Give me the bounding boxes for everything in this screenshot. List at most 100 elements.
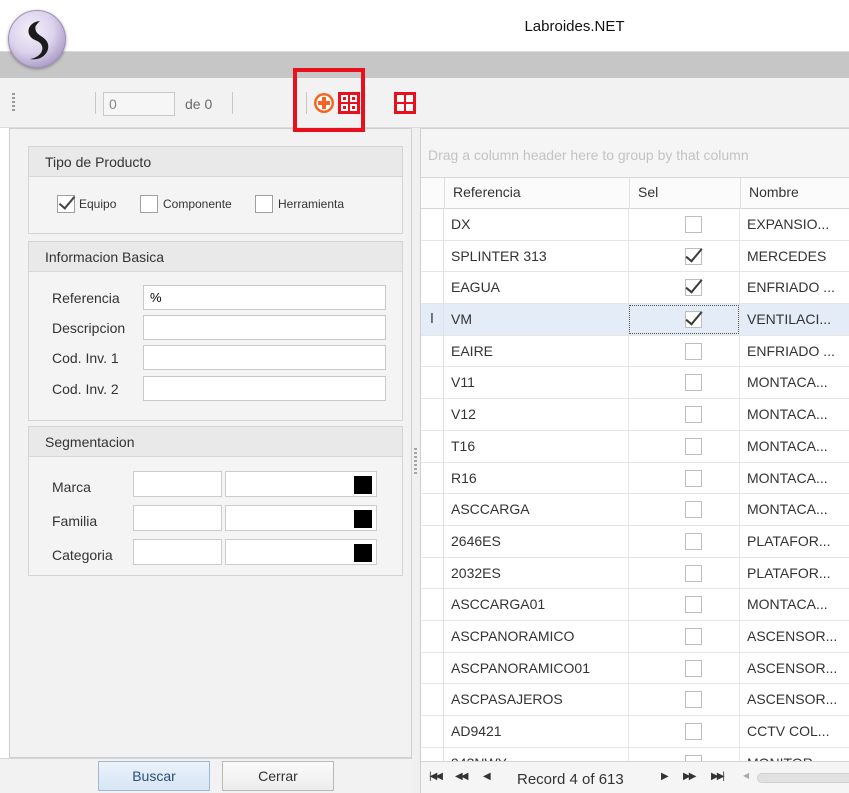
row-indicator[interactable] <box>421 620 444 652</box>
cell-nombre[interactable]: ASCENSOR... <box>740 653 849 684</box>
row-indicator[interactable] <box>421 209 444 240</box>
categoria-lookup-input[interactable] <box>225 539 377 565</box>
row-indicator[interactable] <box>421 335 444 367</box>
row-indicator[interactable]: I <box>421 304 444 335</box>
column-header-sel[interactable]: Sel <box>629 178 740 209</box>
table-row[interactable]: I VM VENTILACI... <box>421 304 849 336</box>
buscar-button[interactable]: Buscar <box>98 761 210 791</box>
grid-alt-button[interactable] <box>394 92 416 114</box>
cell-nombre[interactable]: ASCENSOR... <box>740 684 849 715</box>
scroll-left-icon[interactable]: ◀ <box>743 771 749 780</box>
sel-checkbox[interactable] <box>685 279 702 297</box>
sel-checkbox[interactable] <box>685 627 702 645</box>
cell-referencia[interactable]: R16 <box>444 462 629 494</box>
sel-checkbox[interactable] <box>685 342 702 360</box>
table-row[interactable]: V11 MONTACA... <box>421 367 849 400</box>
column-header-nombre[interactable]: Nombre <box>740 178 849 209</box>
cell-sel[interactable] <box>629 304 740 335</box>
prev-page-icon[interactable]: ◀◀ <box>455 771 468 782</box>
cod-inv-1-input[interactable] <box>143 345 386 370</box>
toolbar-grip[interactable] <box>12 93 15 113</box>
cell-nombre[interactable]: ENFRIADO ... <box>740 336 849 367</box>
sel-checkbox[interactable] <box>685 406 702 424</box>
table-row[interactable]: EAGUA ENFRIADO ... <box>421 272 849 305</box>
cell-sel[interactable] <box>629 367 740 399</box>
cell-referencia[interactable]: V11 <box>444 367 629 399</box>
table-row[interactable]: ASCCARGA MONTACA... <box>421 494 849 526</box>
sel-checkbox[interactable] <box>685 596 702 614</box>
cell-nombre[interactable]: MONTACA... <box>740 367 849 398</box>
cell-sel[interactable] <box>629 525 740 557</box>
row-indicator[interactable] <box>421 684 444 715</box>
cell-sel[interactable] <box>629 209 740 240</box>
table-row[interactable]: EAIRE ENFRIADO ... <box>421 335 849 368</box>
cell-sel[interactable] <box>629 716 740 747</box>
referencia-input[interactable] <box>143 285 386 310</box>
cell-sel[interactable] <box>629 399 740 430</box>
cell-referencia[interactable]: ASCPANORAMICO <box>444 620 629 652</box>
cell-referencia[interactable]: DX <box>444 209 629 240</box>
cell-sel[interactable] <box>629 684 740 715</box>
cell-sel[interactable] <box>629 652 740 684</box>
sel-checkbox[interactable] <box>685 723 702 740</box>
sel-checkbox[interactable] <box>685 374 702 392</box>
cell-referencia[interactable]: SPLINTER 313 <box>444 240 629 272</box>
column-header-referencia[interactable]: Referencia <box>444 178 629 209</box>
cell-nombre[interactable]: ASCENSOR... <box>740 621 849 652</box>
familia-lookup-button[interactable] <box>354 510 372 528</box>
record-number-input[interactable] <box>103 92 175 116</box>
row-indicator[interactable] <box>421 716 444 747</box>
cell-referencia[interactable]: 2032ES <box>444 557 629 589</box>
last-record-icon[interactable]: ▶▶| <box>711 771 725 782</box>
cell-referencia[interactable]: VM <box>444 304 629 335</box>
cell-sel[interactable] <box>629 494 740 525</box>
cod-inv-2-input[interactable] <box>143 376 386 401</box>
table-row[interactable]: SPLINTER 313 MERCEDES <box>421 240 849 273</box>
sel-checkbox[interactable] <box>685 564 702 582</box>
marca-code-input[interactable] <box>133 471 222 497</box>
horizontal-scrollbar[interactable]: ◀ <box>743 771 849 785</box>
row-indicator[interactable] <box>421 399 444 430</box>
cell-nombre[interactable]: MONTACA... <box>740 589 849 620</box>
categoria-code-input[interactable] <box>133 539 222 565</box>
cell-referencia[interactable]: ASCCARGA01 <box>444 589 629 620</box>
splitter-grip[interactable] <box>414 448 417 474</box>
cerrar-button[interactable]: Cerrar <box>222 761 334 791</box>
sel-checkbox[interactable] <box>685 247 702 265</box>
table-row[interactable]: 2646ES PLATAFOR... <box>421 525 849 558</box>
row-indicator[interactable] <box>421 462 444 494</box>
sel-checkbox[interactable] <box>685 311 702 329</box>
sel-checkbox[interactable] <box>685 501 702 519</box>
row-indicator[interactable] <box>421 494 444 525</box>
table-row[interactable]: AD9421 CCTV COL... <box>421 716 849 748</box>
cell-referencia[interactable]: AD9421 <box>444 716 629 747</box>
row-indicator[interactable] <box>421 747 444 761</box>
next-page-icon[interactable]: ▶▶ <box>683 771 696 782</box>
cell-nombre[interactable]: CCTV COL... <box>740 716 849 747</box>
row-indicator[interactable] <box>421 652 444 684</box>
cell-referencia[interactable]: V12 <box>444 399 629 430</box>
first-record-icon[interactable]: |◀◀ <box>429 771 443 782</box>
panel-splitter[interactable] <box>412 128 420 793</box>
herramienta-checkbox[interactable] <box>255 195 273 213</box>
cell-sel[interactable] <box>629 240 740 272</box>
cell-nombre[interactable]: EXPANSIO... <box>740 209 849 240</box>
cell-nombre[interactable]: MERCEDES <box>740 241 849 272</box>
table-row[interactable]: 943NWY MONITOR <box>421 747 849 761</box>
sel-checkbox[interactable] <box>685 437 702 455</box>
descripcion-input[interactable] <box>143 315 386 340</box>
marca-lookup-button[interactable] <box>354 476 372 494</box>
cell-nombre[interactable]: MONTACA... <box>740 463 849 494</box>
prev-record-icon[interactable]: ◀ <box>483 771 491 782</box>
table-row[interactable]: 2032ES PLATAFOR... <box>421 557 849 590</box>
cell-sel[interactable] <box>629 620 740 652</box>
table-row[interactable]: T16 MONTACA... <box>421 430 849 463</box>
cell-sel[interactable] <box>629 747 740 761</box>
marca-lookup-input[interactable] <box>225 471 377 497</box>
cell-sel[interactable] <box>629 462 740 494</box>
row-indicator[interactable] <box>421 589 444 620</box>
table-row[interactable]: DX EXPANSIO... <box>421 209 849 241</box>
row-indicator[interactable] <box>421 430 444 462</box>
cell-referencia[interactable]: EAGUA <box>444 272 629 304</box>
cell-sel[interactable] <box>629 430 740 462</box>
